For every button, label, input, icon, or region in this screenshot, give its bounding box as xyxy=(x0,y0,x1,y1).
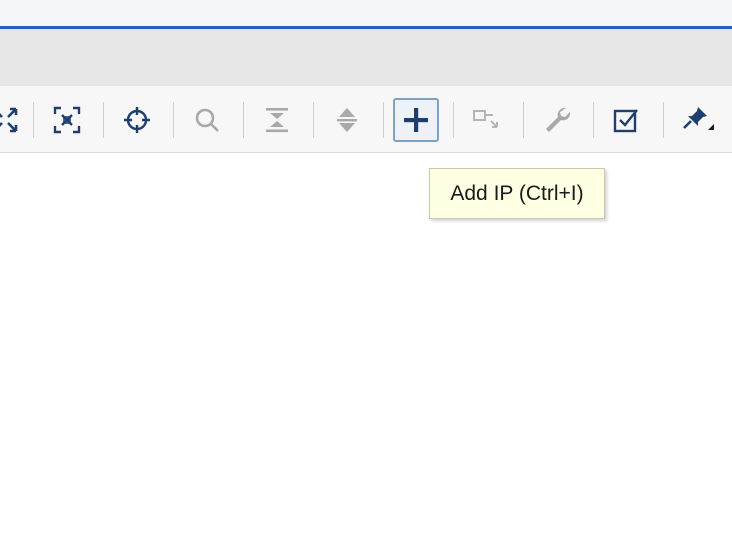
expand-arrows-icon xyxy=(0,105,20,135)
toolbar-separator xyxy=(383,102,384,138)
toolbar-separator xyxy=(173,102,174,138)
toolbar-separator xyxy=(313,102,314,138)
toolbar-separator xyxy=(663,102,664,138)
search-button[interactable] xyxy=(184,98,230,142)
toolbar-separator xyxy=(453,102,454,138)
create-port-button[interactable] xyxy=(464,98,510,142)
add-ip-tooltip: Add IP (Ctrl+I) xyxy=(429,168,605,219)
search-icon xyxy=(192,105,222,135)
add-ip-button[interactable] xyxy=(393,98,439,142)
expand-all-button[interactable] xyxy=(324,98,370,142)
validate-design-button[interactable] xyxy=(603,98,649,142)
auto-connect-button[interactable] xyxy=(114,98,160,142)
tab-header-band xyxy=(0,29,732,86)
fit-selection-icon xyxy=(52,105,82,135)
fit-selection-button[interactable] xyxy=(44,98,90,142)
pin-button[interactable] xyxy=(674,98,720,142)
toolbar-separator xyxy=(33,102,34,138)
diagram-toolbar xyxy=(0,86,732,153)
checkbox-icon xyxy=(611,105,641,135)
expand-icon xyxy=(332,105,362,135)
pin-icon xyxy=(680,104,714,136)
toolbar-separator xyxy=(523,102,524,138)
toolbar-separator xyxy=(243,102,244,138)
collapse-all-button[interactable] xyxy=(254,98,300,142)
customize-button[interactable] xyxy=(534,98,580,142)
wrench-icon xyxy=(542,105,572,135)
plus-icon xyxy=(401,105,431,135)
collapse-icon xyxy=(262,105,292,135)
diagram-canvas[interactable] xyxy=(0,153,732,555)
title-strip xyxy=(0,0,732,26)
fit-view-button[interactable] xyxy=(0,98,28,142)
toolbar-separator xyxy=(103,102,104,138)
toolbar-separator xyxy=(593,102,594,138)
port-icon xyxy=(471,105,503,135)
crosshair-icon xyxy=(122,105,152,135)
